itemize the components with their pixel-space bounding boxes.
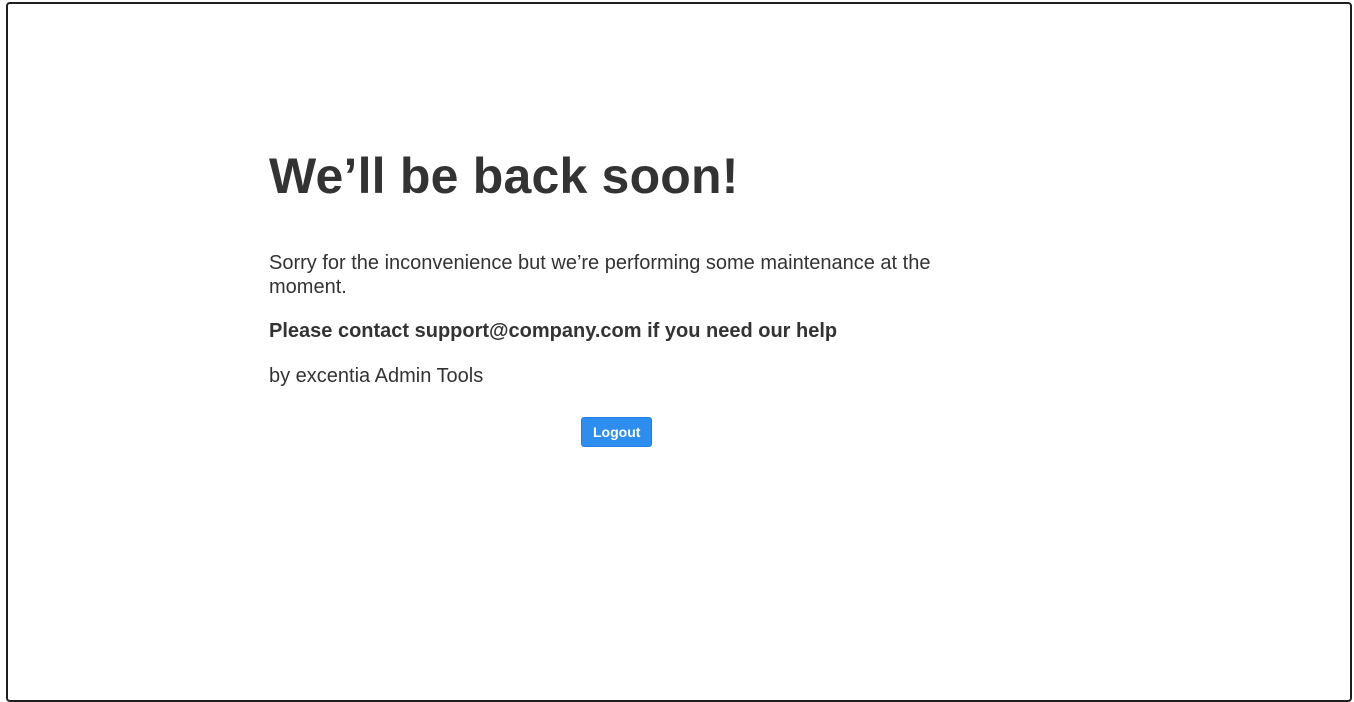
logout-button[interactable]: Logout xyxy=(581,417,653,447)
logout-container: Logout xyxy=(581,417,653,447)
page-title: We’ll be back soon! xyxy=(269,148,739,204)
maintenance-content: We’ll be back soon! Sorry for the inconv… xyxy=(269,145,949,388)
contact-message: Please contact support@company.com if yo… xyxy=(269,320,838,342)
credit-text: by excentia Admin Tools xyxy=(269,365,484,387)
maintenance-message: Sorry for the inconvenience but we’re pe… xyxy=(269,252,931,298)
